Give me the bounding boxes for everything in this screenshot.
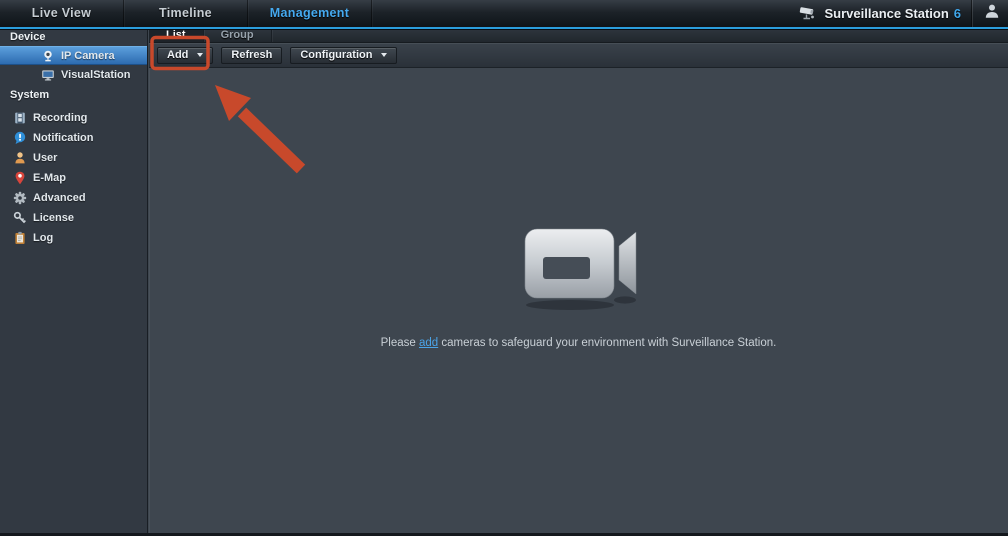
sidebar-item-label: License: [33, 212, 74, 224]
camera-list-empty-state: Please add cameras to safeguard your env…: [149, 69, 1008, 533]
sidebar-item-user[interactable]: User: [0, 148, 147, 168]
accent-divider: [0, 27, 1008, 29]
sidebar-item-visualstation[interactable]: VisualStation: [0, 65, 147, 84]
sidebar-item-e-map[interactable]: E-Map: [0, 168, 147, 188]
nav-tab-timeline[interactable]: Timeline: [124, 0, 248, 27]
sidebar-item-recording[interactable]: Recording: [0, 108, 147, 128]
add-button[interactable]: Add: [157, 47, 213, 64]
sidebar-item-label: E-Map: [33, 172, 66, 184]
sidebar-item-label: IP Camera: [61, 50, 115, 62]
tab-list[interactable]: List: [149, 29, 204, 42]
user-account-button[interactable]: [972, 0, 1000, 27]
topbar-right-group: Surveillance Station 6: [798, 0, 1008, 27]
app-title: Surveillance Station: [825, 6, 949, 21]
configuration-button[interactable]: Configuration: [290, 47, 397, 64]
sidebar-item-label: Advanced: [33, 192, 86, 204]
key-icon: [13, 211, 27, 225]
configuration-button-label: Configuration: [300, 49, 372, 61]
refresh-button[interactable]: Refresh: [221, 47, 282, 64]
sidebar-item-label: User: [33, 152, 57, 164]
monitor-icon: [41, 68, 55, 82]
sidebar-item-notification[interactable]: Notification: [0, 128, 147, 148]
speech-bubble-alert-icon: [13, 131, 27, 145]
surveillance-station-window: Live View Timeline Management Surveillan…: [0, 0, 1008, 536]
message-prefix: Please: [381, 337, 419, 349]
sidebar-item-label: Log: [33, 232, 53, 244]
map-pin-icon: [13, 171, 27, 185]
sidebar-item-label: Notification: [33, 132, 94, 144]
sidebar-section-device: Device: [0, 29, 147, 46]
gear-icon: [13, 191, 27, 205]
clipboard-icon: [13, 231, 27, 245]
nav-tab-live-view[interactable]: Live View: [0, 0, 124, 27]
sidebar-item-ip-camera[interactable]: IP Camera: [0, 46, 147, 65]
sidebar-item-advanced[interactable]: Advanced: [0, 188, 147, 208]
main-panel: List Group Add Refresh Configuration: [149, 29, 1008, 533]
sidebar-item-license[interactable]: License: [0, 208, 147, 228]
cctv-camera-icon: [798, 5, 818, 23]
app-version: 6: [954, 6, 961, 21]
video-camera-icon: [149, 226, 1008, 317]
empty-state-message: Please add cameras to safeguard your env…: [149, 337, 1008, 349]
camera-view-tabs: List Group: [149, 29, 1008, 43]
person-icon: [13, 151, 27, 165]
sidebar-section-system: System: [0, 87, 147, 104]
sidebar-item-label: VisualStation: [61, 69, 130, 81]
tab-group[interactable]: Group: [204, 29, 272, 42]
top-navigation-bar: Live View Timeline Management Surveillan…: [0, 0, 1008, 27]
refresh-button-label: Refresh: [231, 49, 272, 61]
add-cameras-link[interactable]: add: [419, 337, 438, 349]
message-suffix: cameras to safeguard your environment wi…: [438, 337, 776, 349]
nav-tab-management[interactable]: Management: [248, 0, 372, 27]
camera-toolbar: Add Refresh Configuration: [149, 43, 1008, 68]
film-icon: [13, 111, 27, 125]
dropdown-caret-icon: [197, 53, 203, 57]
sidebar-item-label: Recording: [33, 112, 87, 124]
add-button-label: Add: [167, 49, 188, 61]
user-silhouette-icon: [984, 3, 1000, 24]
sidebar-item-log[interactable]: Log: [0, 228, 147, 248]
webcam-icon: [41, 49, 55, 63]
sidebar: Device IP Camera Vi: [0, 29, 148, 533]
dropdown-caret-icon: [381, 53, 387, 57]
